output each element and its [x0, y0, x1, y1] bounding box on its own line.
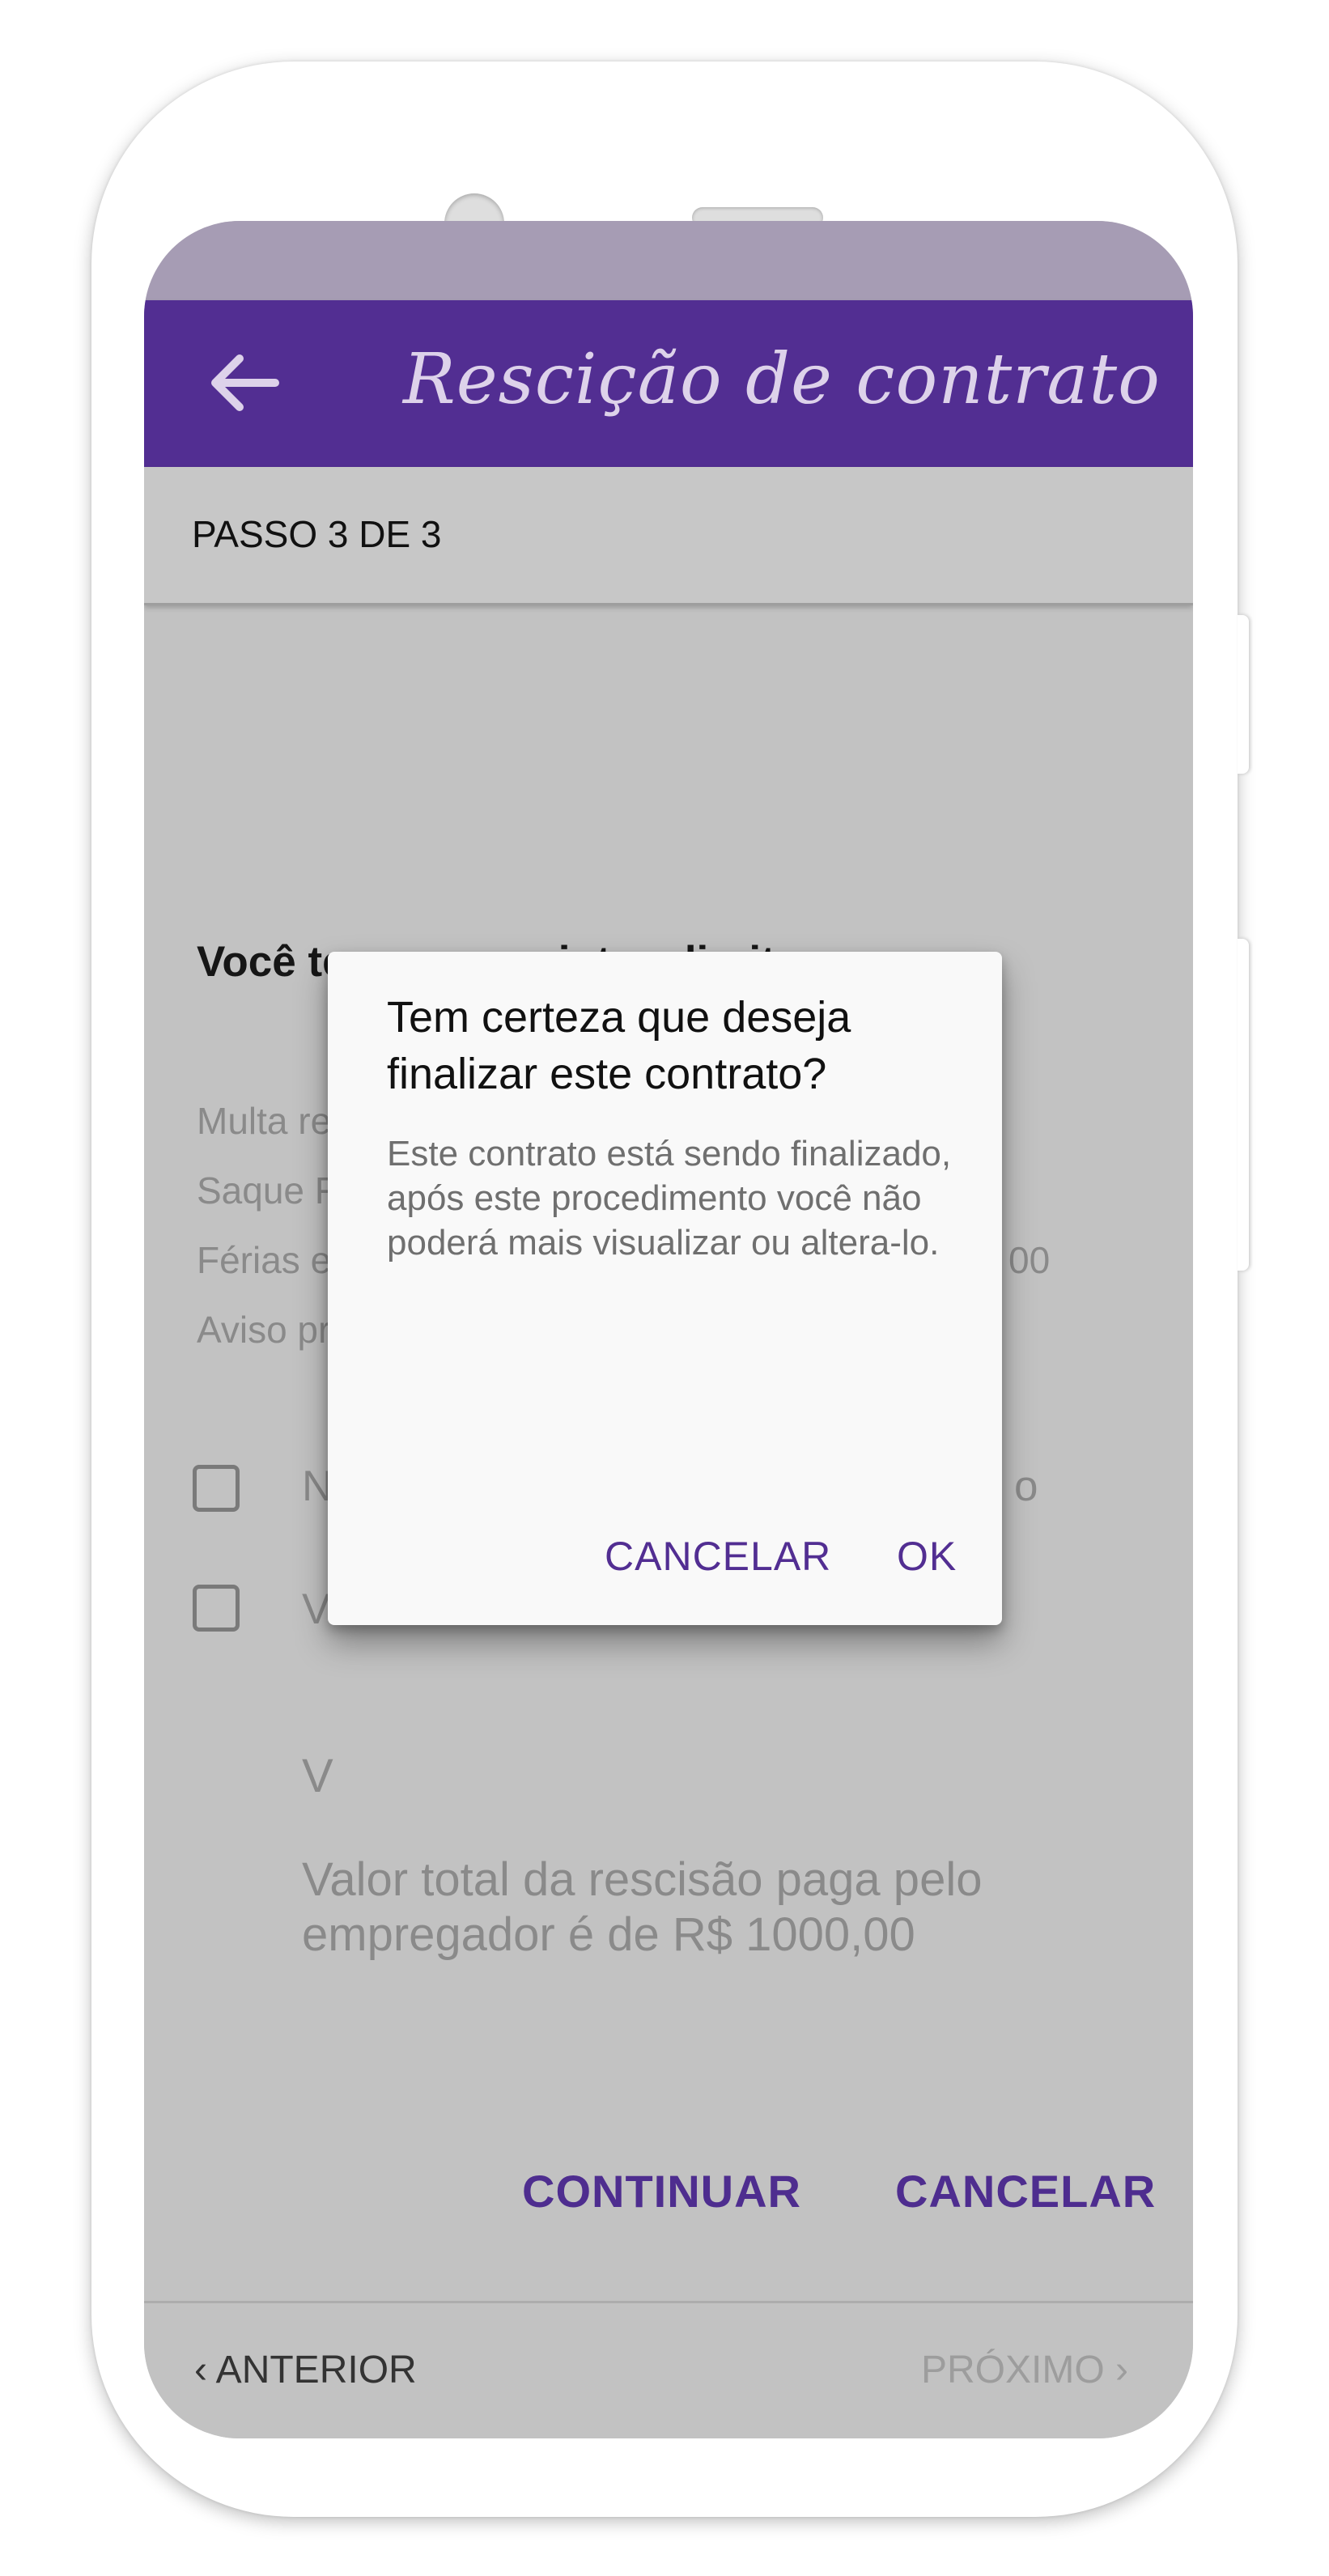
volume-button [1238, 939, 1249, 1271]
dialog-message: Este contrato está sendo finalizado, apó… [387, 1134, 952, 1263]
dialog-title: Tem certeza que deseja finalizar este co… [387, 993, 851, 1098]
next-label: PRÓXIMO [920, 2349, 1105, 2391]
previous-label: ANTERIOR [215, 2349, 417, 2391]
cancel-button[interactable]: CANCELAR [895, 2165, 1156, 2217]
dialog-ok-button[interactable]: OK [897, 1533, 957, 1580]
chevron-right-icon: › [1115, 2349, 1128, 2391]
app-title: Rescição de contrato [403, 339, 1161, 420]
total-value-line2: empregador é de R$ 1000,00 [302, 1908, 915, 1961]
status-bar [144, 221, 1193, 300]
checkbox-label: V [302, 1585, 331, 1633]
value-label: V [302, 1750, 333, 1802]
step-indicator: PASSO 3 DE 3 [144, 467, 1193, 605]
chevron-left-icon: ‹ [194, 2349, 207, 2391]
screen: Rescição de contrato PASSO 3 DE 3 Você t… [144, 221, 1193, 2438]
checkbox-label-end: o [1014, 1462, 1038, 1510]
checkbox[interactable] [193, 1585, 240, 1632]
step-label: PASSO 3 DE 3 [192, 513, 442, 555]
confirm-dialog: Tem certeza que deseja finalizar este co… [328, 952, 1002, 1625]
bottom-navigation: ‹ ANTERIOR PRÓXIMO › [144, 2301, 1193, 2438]
app-bar: Rescição de contrato [144, 300, 1193, 467]
previous-button[interactable]: ‹ ANTERIOR [194, 2348, 417, 2392]
total-value-line1: Valor total da rescisão paga pelo [302, 1853, 983, 1906]
checkbox[interactable] [193, 1465, 240, 1512]
right-item-value: 00 [1008, 1239, 1051, 1281]
next-button: PRÓXIMO › [921, 2348, 1128, 2392]
power-button [1238, 615, 1249, 774]
back-arrow-icon[interactable] [204, 344, 282, 422]
dialog-cancel-button[interactable]: CANCELAR [605, 1533, 831, 1580]
continue-button[interactable]: CONTINUAR [522, 2165, 801, 2217]
